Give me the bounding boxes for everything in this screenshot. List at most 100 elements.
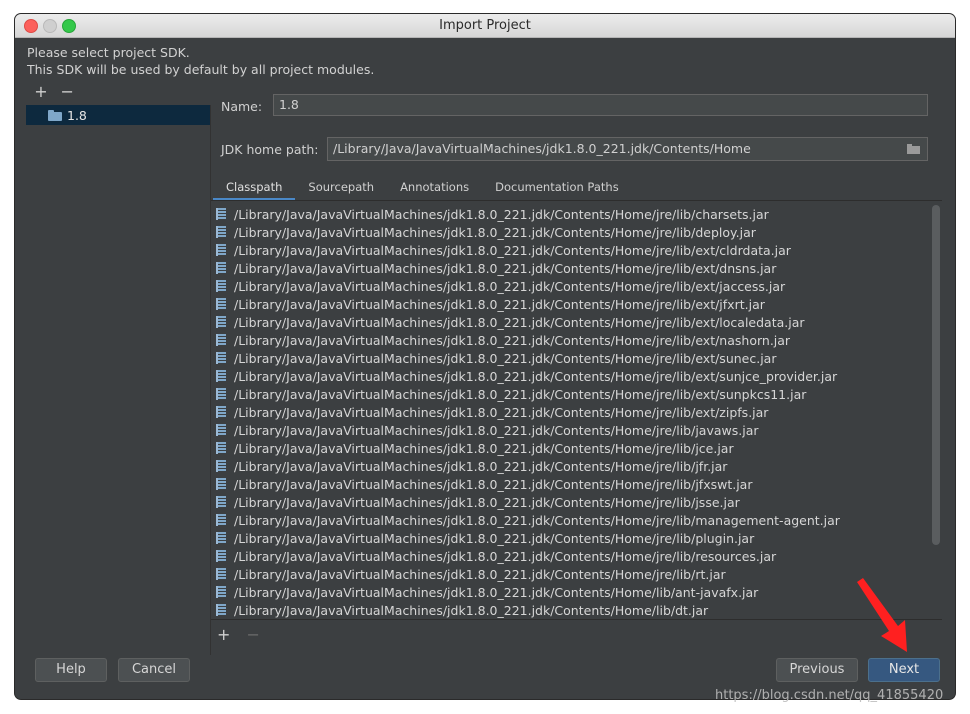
title-bar: Import Project [15, 14, 955, 38]
help-button[interactable]: Help [35, 658, 107, 682]
add-classpath-button[interactable]: + [217, 625, 230, 644]
jar-icon [216, 550, 226, 562]
classpath-entry: /Library/Java/JavaVirtualMachines/jdk1.8… [234, 530, 755, 546]
description-line-2: This SDK will be used by default by all … [27, 62, 375, 77]
classpath-entry: /Library/Java/JavaVirtualMachines/jdk1.8… [234, 278, 786, 294]
jar-icon [216, 280, 226, 292]
sdk-list-toolbar: + − [33, 84, 81, 102]
jar-icon [216, 388, 226, 400]
sdk-item-label: 1.8 [67, 107, 87, 123]
classpath-entry: /Library/Java/JavaVirtualMachines/jdk1.8… [234, 332, 791, 348]
classpath-entry: /Library/Java/JavaVirtualMachines/jdk1.8… [234, 350, 777, 366]
jar-icon [216, 532, 226, 544]
cancel-button[interactable]: Cancel [118, 658, 190, 682]
classpath-row[interactable]: /Library/Java/JavaVirtualMachines/jdk1.8… [211, 277, 942, 295]
classpath-row[interactable]: /Library/Java/JavaVirtualMachines/jdk1.8… [211, 475, 942, 493]
jar-icon [216, 568, 226, 580]
classpath-entry: /Library/Java/JavaVirtualMachines/jdk1.8… [234, 422, 759, 438]
tab-annotations[interactable]: Annotations [387, 176, 482, 198]
classpath-entry: /Library/Java/JavaVirtualMachines/jdk1.8… [234, 368, 838, 384]
description-line-1: Please select project SDK. [27, 45, 190, 60]
jar-icon [216, 424, 226, 436]
classpath-row[interactable]: /Library/Java/JavaVirtualMachines/jdk1.8… [211, 313, 942, 331]
import-project-dialog: Import Project Please select project SDK… [15, 14, 955, 699]
jar-icon [216, 334, 226, 346]
classpath-row[interactable]: /Library/Java/JavaVirtualMachines/jdk1.8… [211, 385, 942, 403]
classpath-entry: /Library/Java/JavaVirtualMachines/jdk1.8… [234, 476, 753, 492]
jar-icon [216, 208, 226, 220]
scrollbar[interactable] [932, 205, 940, 545]
jar-icon [216, 262, 226, 274]
watermark: https://blog.csdn.net/qq_41855420 [715, 688, 944, 703]
jar-icon [216, 496, 226, 508]
classpath-row[interactable]: /Library/Java/JavaVirtualMachines/jdk1.8… [211, 529, 942, 547]
jar-icon [216, 442, 226, 454]
jdk-home-path-value: /Library/Java/JavaVirtualMachines/jdk1.8… [333, 141, 751, 156]
next-button[interactable]: Next [868, 658, 940, 682]
window-title: Import Project [439, 18, 531, 33]
classpath-row[interactable]: /Library/Java/JavaVirtualMachines/jdk1.8… [211, 367, 942, 385]
sdk-details-panel: Name: 1.8 JDK home path: /Library/Java/J… [211, 85, 955, 655]
classpath-entry: /Library/Java/JavaVirtualMachines/jdk1.8… [234, 494, 740, 510]
classpath-row[interactable]: /Library/Java/JavaVirtualMachines/jdk1.8… [211, 565, 942, 583]
classpath-row[interactable]: /Library/Java/JavaVirtualMachines/jdk1.8… [211, 583, 942, 601]
jar-icon [216, 604, 226, 616]
jar-icon [216, 370, 226, 382]
classpath-row[interactable]: /Library/Java/JavaVirtualMachines/jdk1.8… [211, 511, 942, 529]
jdk-home-path-field[interactable]: /Library/Java/JavaVirtualMachines/jdk1.8… [327, 137, 928, 161]
classpath-row[interactable]: /Library/Java/JavaVirtualMachines/jdk1.8… [211, 331, 942, 349]
jar-icon [216, 460, 226, 472]
classpath-row[interactable]: /Library/Java/JavaVirtualMachines/jdk1.8… [211, 403, 942, 421]
classpath-row[interactable]: /Library/Java/JavaVirtualMachines/jdk1.8… [211, 493, 942, 511]
jar-icon [216, 586, 226, 598]
folder-icon [48, 109, 62, 121]
classpath-entry: /Library/Java/JavaVirtualMachines/jdk1.8… [234, 386, 807, 402]
classpath-row[interactable]: /Library/Java/JavaVirtualMachines/jdk1.8… [211, 547, 942, 565]
classpath-row[interactable]: /Library/Java/JavaVirtualMachines/jdk1.8… [211, 439, 942, 457]
tab-classpath[interactable]: Classpath [213, 176, 296, 201]
browse-folder-icon[interactable] [907, 144, 920, 154]
jar-icon [216, 352, 226, 364]
classpath-toolbar: + − [217, 625, 260, 644]
classpath-entry: /Library/Java/JavaVirtualMachines/jdk1.8… [234, 296, 765, 312]
classpath-row[interactable]: /Library/Java/JavaVirtualMachines/jdk1.8… [211, 601, 942, 619]
jar-icon [216, 514, 226, 526]
sdk-list-item[interactable]: 1.8 [26, 105, 210, 125]
classpath-entry: /Library/Java/JavaVirtualMachines/jdk1.8… [234, 458, 728, 474]
classpath-row[interactable]: /Library/Java/JavaVirtualMachines/jdk1.8… [211, 205, 942, 223]
name-field[interactable]: 1.8 [273, 94, 928, 116]
classpath-row[interactable]: /Library/Java/JavaVirtualMachines/jdk1.8… [211, 349, 942, 367]
remove-sdk-button[interactable]: − [59, 84, 75, 100]
classpath-entry: /Library/Java/JavaVirtualMachines/jdk1.8… [234, 566, 726, 582]
classpath-entry: /Library/Java/JavaVirtualMachines/jdk1.8… [234, 512, 840, 528]
classpath-entry: /Library/Java/JavaVirtualMachines/jdk1.8… [234, 440, 734, 456]
remove-classpath-button[interactable]: − [247, 625, 260, 644]
classpath-entry: /Library/Java/JavaVirtualMachines/jdk1.8… [234, 314, 805, 330]
classpath-entry: /Library/Java/JavaVirtualMachines/jdk1.8… [234, 584, 759, 600]
classpath-row[interactable]: /Library/Java/JavaVirtualMachines/jdk1.8… [211, 295, 942, 313]
tab-sourcepath[interactable]: Sourcepath [295, 176, 387, 198]
add-sdk-button[interactable]: + [33, 84, 49, 100]
jar-icon [216, 226, 226, 238]
classpath-list[interactable]: /Library/Java/JavaVirtualMachines/jdk1.8… [211, 200, 942, 620]
classpath-row[interactable]: /Library/Java/JavaVirtualMachines/jdk1.8… [211, 241, 942, 259]
jar-icon [216, 406, 226, 418]
classpath-entry: /Library/Java/JavaVirtualMachines/jdk1.8… [234, 242, 791, 258]
classpath-row[interactable]: /Library/Java/JavaVirtualMachines/jdk1.8… [211, 259, 942, 277]
jar-icon [216, 316, 226, 328]
classpath-entry: /Library/Java/JavaVirtualMachines/jdk1.8… [234, 224, 756, 240]
jar-icon [216, 298, 226, 310]
classpath-entry: /Library/Java/JavaVirtualMachines/jdk1.8… [234, 206, 769, 222]
classpath-row[interactable]: /Library/Java/JavaVirtualMachines/jdk1.8… [211, 223, 942, 241]
classpath-entry: /Library/Java/JavaVirtualMachines/jdk1.8… [234, 548, 777, 564]
name-label: Name: [221, 99, 263, 114]
sdk-tabs: Classpath Sourcepath Annotations Documen… [213, 176, 632, 201]
classpath-entry: /Library/Java/JavaVirtualMachines/jdk1.8… [234, 260, 777, 276]
tab-documentation-paths[interactable]: Documentation Paths [482, 176, 632, 198]
classpath-entry: /Library/Java/JavaVirtualMachines/jdk1.8… [234, 404, 769, 420]
classpath-entry: /Library/Java/JavaVirtualMachines/jdk1.8… [234, 602, 709, 618]
classpath-row[interactable]: /Library/Java/JavaVirtualMachines/jdk1.8… [211, 457, 942, 475]
previous-button[interactable]: Previous [776, 658, 858, 682]
jar-icon [216, 244, 226, 256]
classpath-row[interactable]: /Library/Java/JavaVirtualMachines/jdk1.8… [211, 421, 942, 439]
